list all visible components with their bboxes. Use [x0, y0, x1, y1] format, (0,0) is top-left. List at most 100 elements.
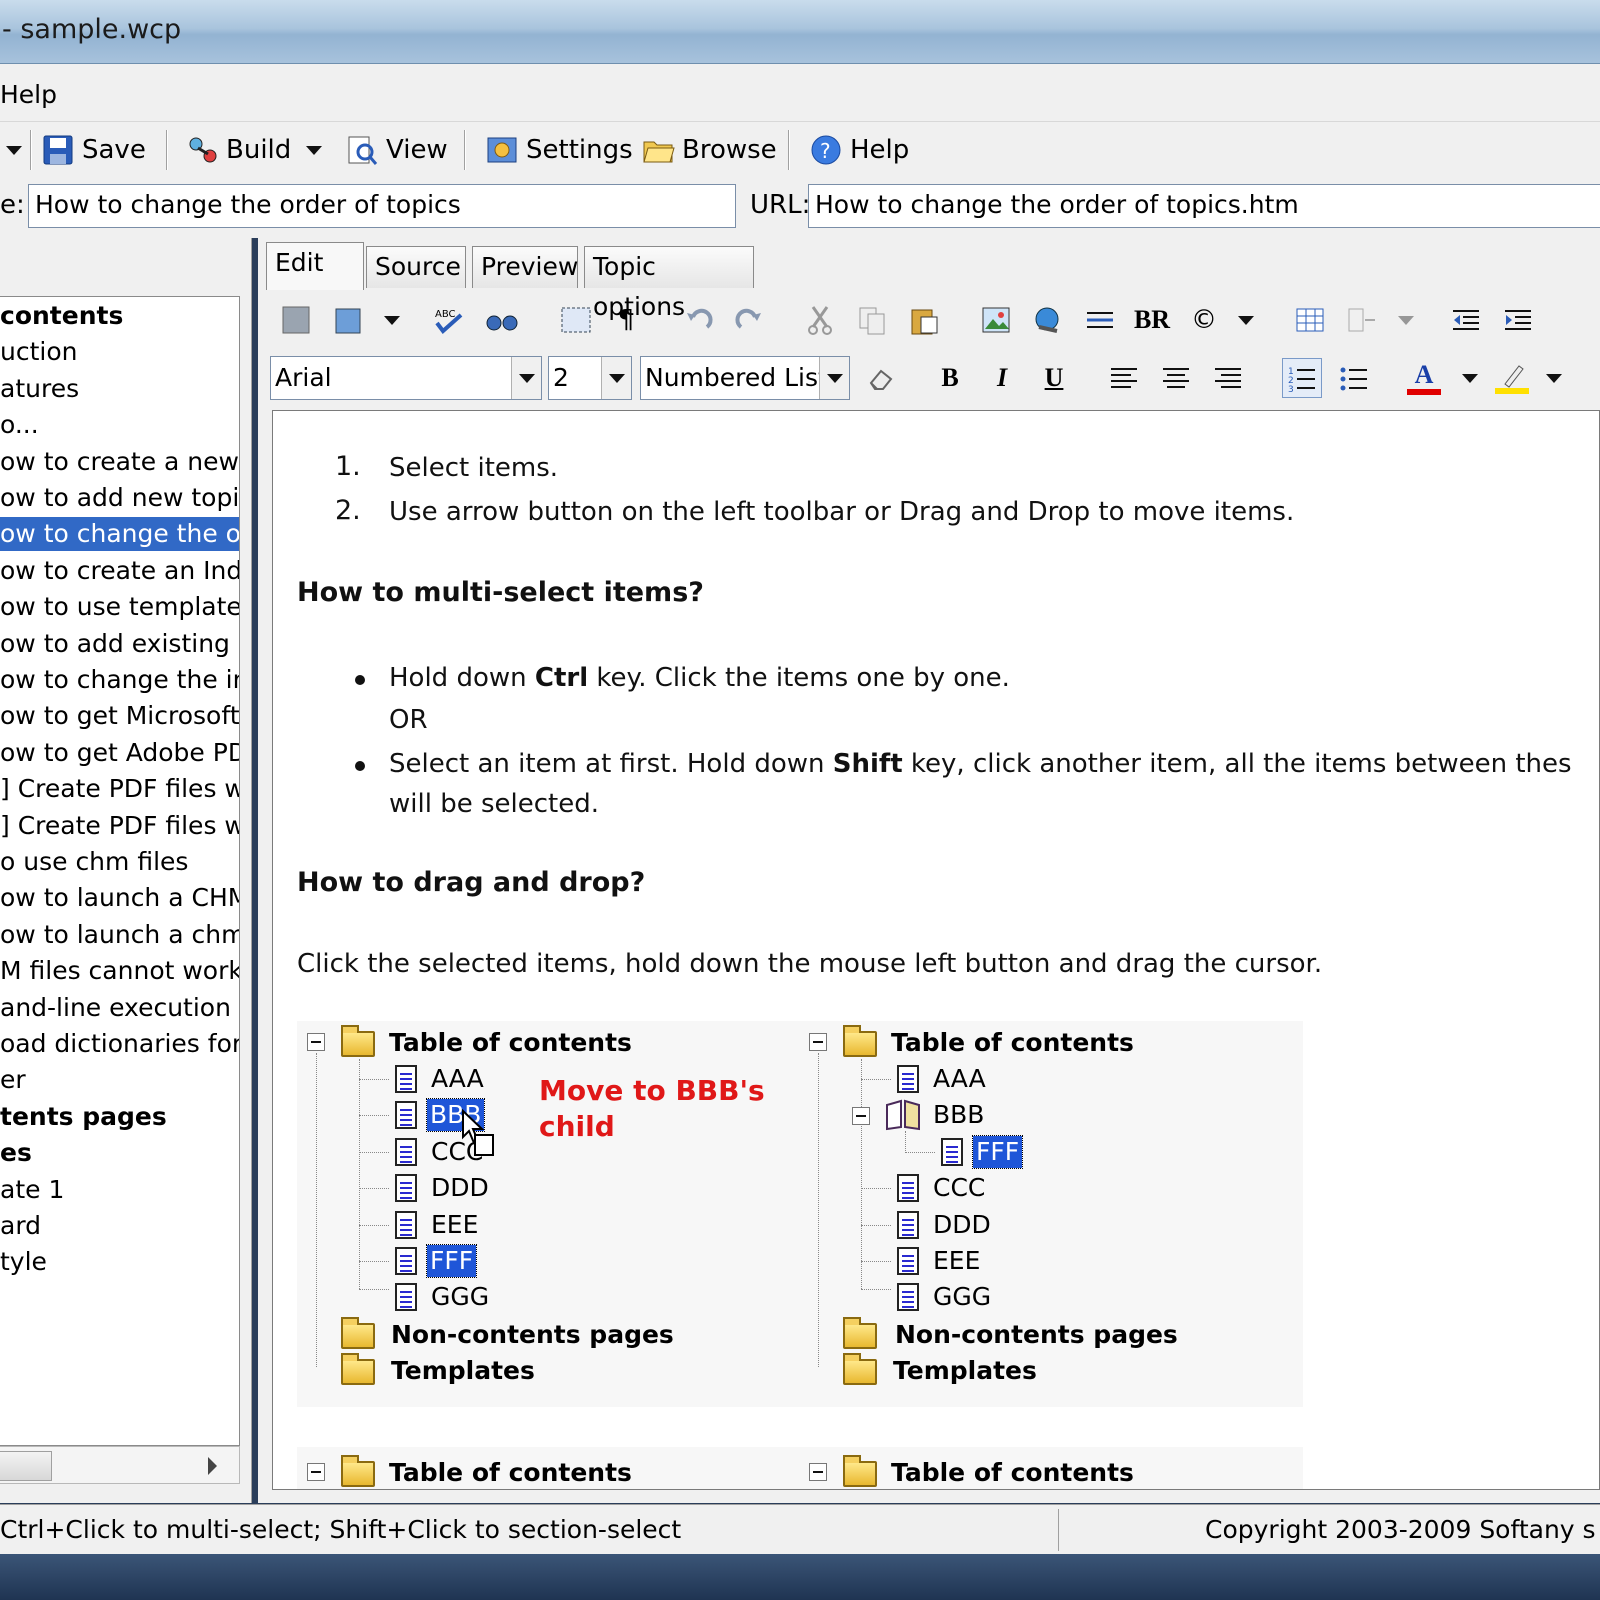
tree-item[interactable]: ow to create an Index — [0, 554, 239, 588]
tab-source[interactable]: Source — [366, 246, 466, 288]
tree-root-label: Table of contents — [389, 1458, 632, 1487]
eraser-icon[interactable] — [860, 358, 900, 398]
spellcheck-icon[interactable]: ABC — [430, 300, 470, 340]
scroll-right-arrow-icon[interactable] — [208, 1457, 217, 1475]
tree-node: AAA — [933, 1064, 986, 1093]
bold-button[interactable]: B — [930, 358, 970, 398]
browse-button[interactable]: Browse — [642, 128, 777, 172]
build-button[interactable]: Build — [186, 128, 291, 172]
tree-item[interactable]: es — [0, 1136, 32, 1170]
or-text: OR — [389, 705, 428, 735]
undo-icon[interactable] — [678, 300, 718, 340]
insert-image-icon[interactable] — [976, 300, 1016, 340]
scrollbar-thumb[interactable] — [0, 1451, 52, 1481]
paste-icon[interactable] — [904, 300, 944, 340]
size-select[interactable]: 2 — [548, 356, 632, 400]
tree-item-selected[interactable]: ow to change the orde — [0, 517, 239, 552]
find-icon[interactable] — [482, 300, 522, 340]
paragraph-style-select[interactable]: Numbered List — [640, 356, 850, 400]
tree-item[interactable]: ow to launch a chm file — [0, 918, 239, 952]
tree-horizontal-scrollbar[interactable] — [0, 1446, 240, 1484]
tree-item[interactable]: uction — [0, 335, 77, 369]
style-dropdown-arrow[interactable] — [819, 357, 849, 399]
pilcrow-icon[interactable]: ¶ — [606, 300, 646, 340]
tree-item[interactable]: contents — [0, 299, 123, 333]
font-dropdown-arrow[interactable] — [511, 357, 541, 399]
show-borders-icon[interactable] — [556, 300, 596, 340]
italic-button[interactable]: I — [982, 358, 1022, 398]
indent-icon[interactable] — [1498, 300, 1538, 340]
folder-icon — [843, 1317, 877, 1349]
new-dropdown-arrow[interactable] — [6, 146, 22, 155]
align-left-icon[interactable] — [1104, 358, 1144, 398]
redo-icon[interactable] — [730, 300, 770, 340]
table-edit-icon[interactable] — [1342, 300, 1382, 340]
outdent-icon[interactable] — [1446, 300, 1486, 340]
save-icon[interactable] — [276, 300, 316, 340]
tree-item[interactable]: oad dictionaries for spe — [0, 1027, 239, 1061]
insert-table-icon[interactable] — [1290, 300, 1330, 340]
url-input[interactable]: How to change the order of topics.htm — [808, 184, 1600, 228]
paste-dropdown-arrow[interactable] — [372, 300, 412, 340]
size-dropdown-arrow[interactable] — [601, 357, 631, 399]
tree-item[interactable]: ard — [0, 1209, 41, 1243]
tree-item[interactable]: tents pages — [0, 1100, 167, 1134]
tree-item[interactable]: ] Create PDF files with — [0, 772, 239, 806]
menu-bar: Help — [0, 64, 1600, 122]
menu-help[interactable]: Help — [0, 80, 57, 109]
tree-item[interactable]: M files cannot work — [0, 954, 239, 988]
line-break-button[interactable]: BR — [1132, 300, 1172, 340]
tree-item[interactable]: o use chm files — [0, 845, 188, 879]
save-button[interactable]: Save — [42, 128, 146, 172]
build-dropdown-arrow[interactable] — [306, 146, 322, 155]
tree-item[interactable]: and-line execution — [0, 991, 231, 1025]
copyright-icon[interactable]: © — [1184, 300, 1224, 340]
tree-item[interactable]: ow to change the interf — [0, 663, 239, 697]
tree-item[interactable]: ow to add new topics in — [0, 481, 239, 515]
title-input[interactable]: How to change the order of topics — [28, 184, 736, 228]
editor-toolbar-2: Arial 2 Numbered List B I U 123 A — [270, 350, 1600, 406]
highlight-dropdown-arrow[interactable] — [1534, 358, 1574, 398]
tree-item[interactable]: ow to use templates — [0, 590, 239, 624]
tree-item[interactable]: atures — [0, 372, 79, 406]
tree-item[interactable]: ow to launch a CHM fil — [0, 881, 239, 915]
bulleted-list-icon[interactable] — [1334, 358, 1374, 398]
project-tree[interactable]: contents uction atures o... ow to create a n… — [0, 296, 240, 1446]
settings-button[interactable]: Settings — [486, 128, 633, 172]
font-color-icon[interactable]: A — [1404, 358, 1444, 398]
horizontal-rule-icon[interactable] — [1080, 300, 1120, 340]
align-right-icon[interactable] — [1208, 358, 1248, 398]
tree-item[interactable]: ow to get Adobe PDF f — [0, 736, 239, 770]
document-canvas[interactable]: 1. Select items. 2. Use arrow button on … — [272, 410, 1600, 1490]
underline-button[interactable]: U — [1034, 358, 1074, 398]
help-button[interactable]: ? Help — [810, 128, 909, 172]
view-button[interactable]: View — [346, 128, 448, 172]
tree-item[interactable]: ow to create a new pro — [0, 445, 239, 479]
font-select[interactable]: Arial — [270, 356, 542, 400]
tab-edit[interactable]: Edit — [266, 242, 364, 290]
tree-item[interactable]: tyle — [0, 1245, 47, 1279]
copy-icon[interactable] — [852, 300, 892, 340]
table-dropdown-arrow[interactable] — [1386, 300, 1426, 340]
build-icon — [186, 134, 218, 166]
tree-item[interactable]: ow to add existing html — [0, 627, 239, 661]
symbol-dropdown-arrow[interactable] — [1226, 300, 1266, 340]
tree-item[interactable]: ow to get Microsoft Wo — [0, 699, 239, 733]
insert-link-icon[interactable] — [1028, 300, 1068, 340]
highlight-color-icon[interactable] — [1492, 358, 1532, 398]
tab-topic-options[interactable]: Topic options — [584, 246, 754, 321]
bullet — [355, 675, 365, 685]
align-center-icon[interactable] — [1156, 358, 1196, 398]
tree-item[interactable]: er — [0, 1063, 26, 1097]
numbered-list-icon[interactable]: 123 — [1282, 358, 1322, 398]
window-title: - sample.wcp — [2, 14, 182, 45]
paste-special-icon[interactable] — [328, 300, 368, 340]
tab-preview[interactable]: Preview — [472, 246, 578, 288]
tree-item[interactable]: ] Create PDF files with — [0, 809, 239, 843]
font-color-dropdown-arrow[interactable] — [1450, 358, 1490, 398]
tree-item[interactable]: o... — [0, 408, 39, 442]
tree-item[interactable]: ate 1 — [0, 1173, 64, 1207]
cut-icon[interactable] — [800, 300, 840, 340]
bullet-text: Select an item at first. Hold down Shift… — [389, 749, 1572, 779]
tree-root-label: Table of contents — [389, 1028, 632, 1057]
